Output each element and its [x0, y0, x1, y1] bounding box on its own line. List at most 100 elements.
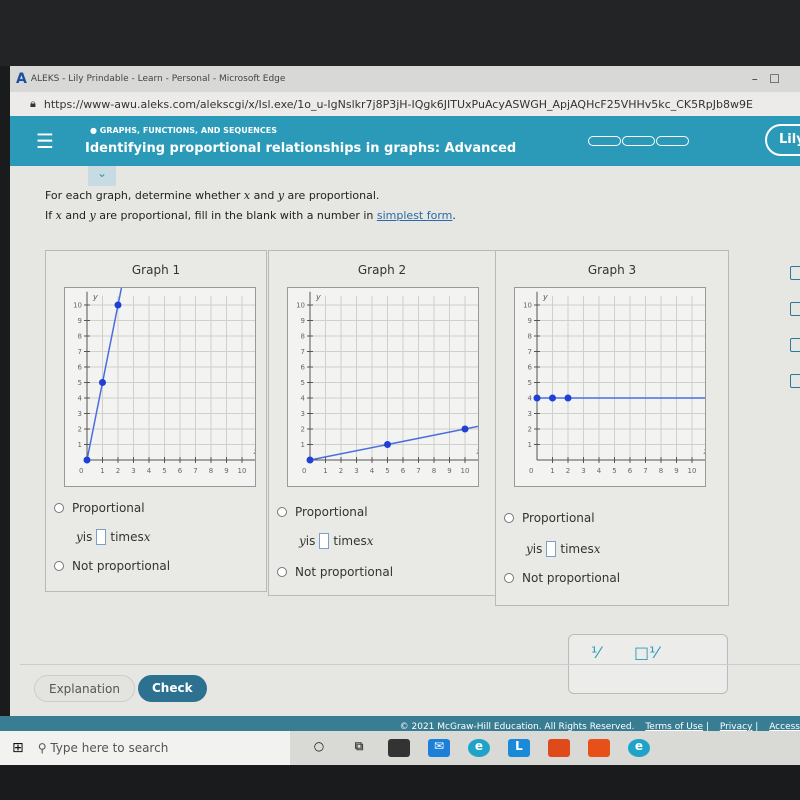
topic-category: ● GRAPHS, FUNCTIONS, AND SEQUENCES	[90, 126, 277, 135]
app-l-icon[interactable]: L	[508, 739, 530, 757]
y-tick-label: 9	[78, 317, 82, 325]
answer-row: y is times x	[76, 529, 151, 545]
x-tick-label: 9	[447, 467, 451, 475]
y-axis-label: y	[542, 293, 548, 302]
proportional-radio[interactable]: Proportional	[54, 501, 145, 515]
graph-panel-3: Graph 3 1 1 2 2 3 3 4 4 5 5 6 6 7 7 8 8 9 9 10 10 0 x y Propor…	[495, 250, 729, 606]
graph-line	[309, 425, 481, 461]
answer-input[interactable]	[319, 533, 330, 549]
x-tick-label: 5	[385, 467, 389, 475]
data-point	[533, 394, 541, 402]
y-tick-label: 8	[528, 333, 532, 341]
data-point	[384, 441, 391, 448]
windows-taskbar: ⊞ ⚲ Type here to search ○ ⧉ ✉ e L e	[0, 731, 800, 765]
y-tick-label: 3	[528, 410, 532, 418]
side-tools	[790, 266, 800, 410]
mixed-number-icon[interactable]: □⅟	[634, 643, 658, 662]
graph-plot: 1 1 2 2 3 3 4 4 5 5 6 6 7 7 8 8 9 9 10 10 0 x y	[287, 287, 485, 487]
action-bar: Explanation Check	[20, 664, 800, 716]
office-icon[interactable]	[588, 739, 610, 757]
not-proportional-radio[interactable]: Not proportional	[504, 571, 620, 585]
roblox-icon[interactable]	[548, 739, 570, 757]
x-axis-label: x	[253, 447, 256, 456]
address-bar[interactable]: 🔒︎ https://www-awu.aleks.com/alekscgi/x/…	[10, 92, 800, 116]
cortana-icon[interactable]: ○	[308, 739, 330, 757]
calculator-icon[interactable]	[790, 302, 800, 316]
notebook-icon[interactable]	[790, 266, 800, 280]
data-point	[306, 456, 314, 464]
instructions: For each graph, determine whether x and …	[45, 189, 456, 222]
graph-svg: 1 1 2 2 3 3 4 4 5 5 6 6 7 7 8 8 9 9 10 10 0 x y	[296, 291, 485, 475]
expand-chevron-icon[interactable]: ⌄	[88, 166, 116, 186]
taskbar-search[interactable]: ⊞ ⚲ Type here to search	[0, 731, 290, 765]
x-tick-label: 4	[370, 467, 375, 475]
user-button[interactable]: Lily	[765, 124, 800, 156]
graph-title: Graph 2	[357, 263, 407, 277]
x-tick-label: 4	[147, 467, 152, 475]
monitor-bezel	[0, 0, 800, 66]
y-tick-label: 5	[78, 379, 82, 387]
not-proportional-radio[interactable]: Not proportional	[54, 559, 170, 573]
x-tick-label: 1	[550, 467, 554, 475]
minimize-icon[interactable]: – ☐	[752, 72, 780, 86]
proportional-radio[interactable]: Proportional	[277, 505, 368, 519]
x-tick-label: 2	[566, 467, 570, 475]
y-tick-label: 10	[73, 302, 82, 310]
x-tick-label: 5	[162, 467, 166, 475]
fraction-icon[interactable]: ⅟	[591, 643, 600, 662]
graph-title: Graph 1	[131, 263, 181, 277]
x-tick-label: 7	[643, 467, 647, 475]
graph-svg: 1 1 2 2 3 3 4 4 5 5 6 6 7 7 8 8 9 9 10 10 0 x y	[73, 287, 262, 475]
graph-title: Graph 3	[587, 263, 637, 277]
y-tick-label: 8	[301, 333, 305, 341]
y-tick-label: 9	[301, 317, 305, 325]
y-tick-label: 10	[296, 302, 305, 310]
answer-input[interactable]	[96, 529, 107, 545]
x-tick-label: 8	[209, 467, 213, 475]
x-tick-label: 3	[131, 467, 135, 475]
windows-start-icon[interactable]: ⊞	[12, 740, 24, 756]
not-proportional-radio[interactable]: Not proportional	[277, 565, 393, 579]
mail-icon[interactable]: ✉	[428, 739, 450, 757]
proportional-radio[interactable]: Proportional	[504, 511, 595, 525]
y-tick-label: 7	[528, 348, 532, 356]
y-tick-label: 3	[78, 410, 82, 418]
x-tick-label: 9	[224, 467, 228, 475]
aleks-logo-icon: A	[16, 71, 27, 87]
message-icon[interactable]	[790, 374, 800, 388]
search-icon: ⚲	[37, 741, 51, 755]
x-tick-label: 10	[238, 467, 247, 475]
origin-label: 0	[302, 467, 306, 475]
edge-icon-2[interactable]: e	[628, 739, 650, 757]
answer-input[interactable]	[546, 541, 557, 557]
y-tick-label: 6	[528, 364, 533, 372]
store-icon[interactable]	[388, 739, 410, 757]
explanation-button[interactable]: Explanation	[34, 675, 135, 702]
x-tick-label: 1	[323, 467, 327, 475]
main-content: ⌄ For each graph, determine whether x an…	[10, 166, 800, 716]
y-tick-label: 2	[528, 426, 532, 434]
check-button[interactable]: Check	[138, 675, 207, 702]
data-point	[99, 379, 106, 386]
x-tick-label: 2	[339, 467, 343, 475]
search-placeholder: Type here to search	[50, 741, 169, 755]
dictionary-icon[interactable]	[790, 338, 800, 352]
x-axis-label: x	[703, 447, 706, 456]
url-text: https://www-awu.aleks.com/alekscgi/x/Isl…	[43, 97, 753, 111]
edge-icon[interactable]: e	[468, 739, 490, 757]
y-tick-label: 6	[301, 364, 306, 372]
menu-icon[interactable]: ☰	[36, 129, 54, 153]
y-tick-label: 4	[528, 395, 533, 403]
y-tick-label: 7	[78, 348, 82, 356]
answer-row: y is times x	[299, 533, 374, 549]
aleks-header: ☰ ● GRAPHS, FUNCTIONS, AND SEQUENCES Ide…	[10, 116, 800, 166]
x-tick-label: 9	[674, 467, 678, 475]
simplest-form-link[interactable]: simplest form	[377, 209, 453, 222]
task-view-icon[interactable]: ⧉	[348, 739, 370, 757]
graph-panel-2: Graph 2 1 1 2 2 3 3 4 4 5 5 6 6 7 7 8 8 9 9 10 10 0 x y Propor…	[268, 250, 496, 596]
x-tick-label: 6	[628, 467, 633, 475]
x-tick-label: 3	[354, 467, 358, 475]
y-tick-label: 10	[523, 302, 532, 310]
y-tick-label: 6	[78, 364, 83, 372]
y-tick-label: 1	[301, 441, 305, 449]
